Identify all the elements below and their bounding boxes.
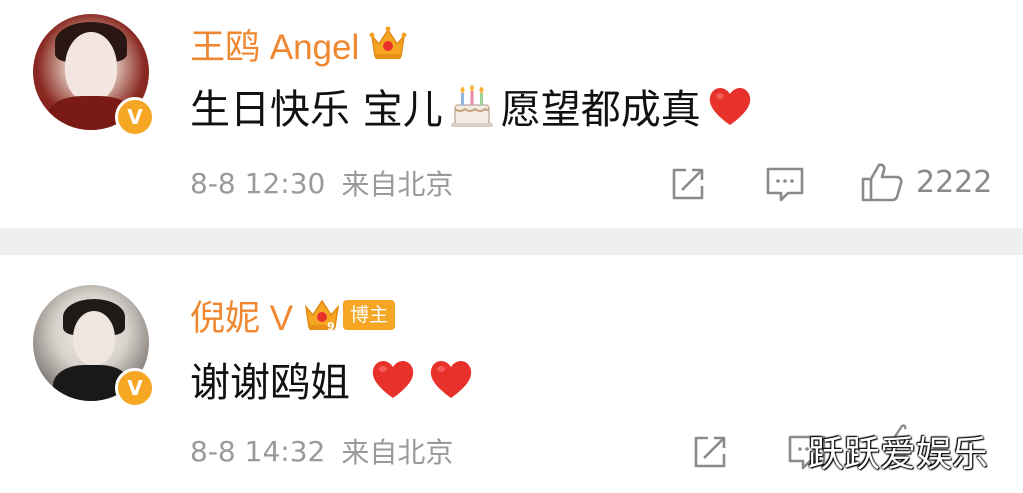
comment-date: 8-8 14:32 <box>190 434 326 468</box>
comment-item: V 王鸥 Angel 生日快乐 宝儿 愿望都成真 8-8 12:30 来自北京 … <box>0 0 1023 228</box>
username[interactable]: 王鸥 Angel <box>190 19 359 70</box>
share-button[interactable] <box>690 430 730 474</box>
comment-text: 谢谢鸥姐 <box>190 360 350 406</box>
crown-icon[interactable]: 9 <box>303 297 341 333</box>
thumbs-up-icon <box>860 160 904 204</box>
username-row: 倪妮 V 9 博主 <box>190 293 396 338</box>
comment-content: 生日快乐 宝儿 愿望都成真 <box>190 78 759 134</box>
comment-icon <box>764 164 806 204</box>
crown-icon[interactable] <box>369 26 407 62</box>
username-row: 王鸥 Angel <box>190 22 407 67</box>
verified-badge: V <box>115 97 155 137</box>
divider <box>0 228 1023 255</box>
comment-text: 生日快乐 宝儿 <box>190 87 443 133</box>
comment-text: 愿望都成真 <box>500 87 701 133</box>
comment-button[interactable] <box>764 162 806 206</box>
like-button[interactable]: 2222 <box>860 160 992 204</box>
username[interactable]: 倪妮 V <box>190 290 293 341</box>
comment-source: 来自北京 <box>341 436 454 469</box>
blogger-badge: 博主 <box>343 300 396 330</box>
share-button[interactable] <box>668 162 708 206</box>
comment-meta: 8-8 12:30 来自北京 <box>190 163 453 203</box>
avatar-face <box>73 311 115 365</box>
red-heart-emoji <box>705 81 755 131</box>
verified-badge: V <box>115 368 155 408</box>
comment-source: 来自北京 <box>341 168 454 201</box>
red-heart-emoji <box>426 354 476 404</box>
watermark: 跃跃爱娱乐 <box>808 434 989 475</box>
svg-text:9: 9 <box>327 320 335 333</box>
red-heart-emoji <box>368 354 418 404</box>
avatar-face <box>65 32 117 102</box>
share-icon <box>690 432 730 472</box>
like-count: 2222 <box>916 164 993 200</box>
share-icon <box>668 164 708 204</box>
comment-content: 谢谢鸥姐 <box>190 351 480 407</box>
comment-item: V 倪妮 V 9 博主 谢谢鸥姐 8-8 14:32 来自北京 跃跃爱娱乐 <box>0 255 1023 493</box>
cake-emoji <box>447 81 497 131</box>
comment-meta: 8-8 14:32 来自北京 <box>190 431 453 471</box>
comment-date: 8-8 12:30 <box>190 166 326 200</box>
